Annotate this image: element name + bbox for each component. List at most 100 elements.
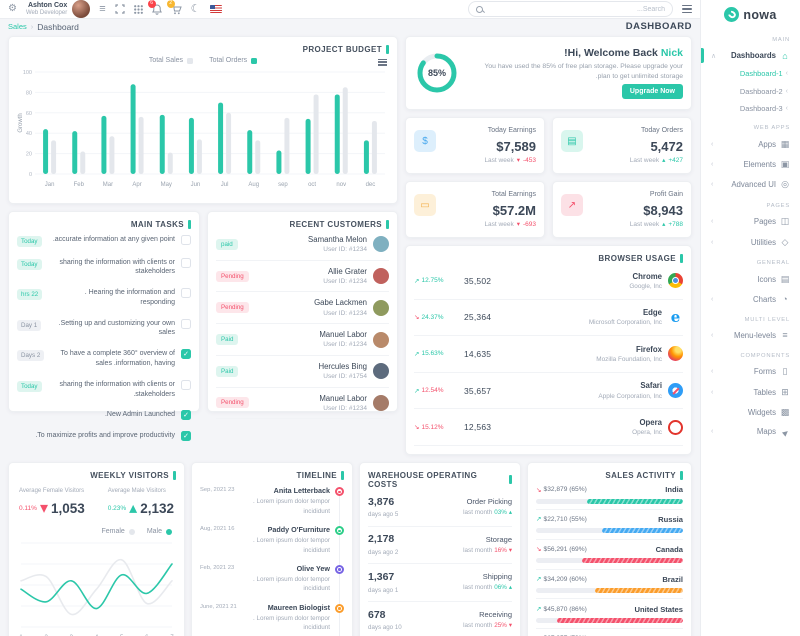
fullscreen-icon[interactable] — [115, 4, 125, 14]
sidebar-item-dashboards[interactable]: ∧ Dashboards — [701, 46, 800, 65]
firefox-icon — [668, 346, 683, 361]
timeline-date: Sep, 2021 23 — [200, 487, 235, 493]
user-avatar[interactable] — [72, 0, 90, 18]
sidebar-item-charts[interactable]: ‹Charts — [701, 289, 800, 308]
legend-total-sales[interactable]: Total Sales — [149, 57, 193, 64]
sidebar-item-icons[interactable]: Icons — [701, 269, 800, 289]
browser-row[interactable]: 24.37% 25,364 Edge Microsoft Corporation… — [414, 300, 683, 337]
trend-icon — [509, 583, 512, 593]
search-input[interactable] — [488, 6, 665, 13]
dark-mode-moon-icon[interactable]: ☾ — [191, 4, 201, 15]
apps-grid-icon[interactable] — [134, 5, 143, 14]
customer-name: Allie Grater — [255, 266, 367, 277]
warehouse-name: Shipping — [398, 571, 512, 583]
task-checkbox[interactable] — [181, 288, 191, 298]
cart-icon[interactable]: 2 — [171, 4, 182, 15]
customer-row[interactable]: Paid Manuel Labor User ID: #1234 — [216, 324, 389, 356]
sidebar-item-maps[interactable]: ‹Maps — [701, 422, 800, 441]
task-checkbox[interactable] — [181, 349, 191, 359]
task-checkbox[interactable] — [181, 258, 191, 268]
customer-row[interactable]: Pending Allie Grater User ID: #1234 — [216, 261, 389, 293]
browser-row[interactable]: 12.75% 35,502 Chrome Google, Inc — [414, 263, 683, 300]
warehouse-row[interactable]: 3,876 days ago 5 Order Picking last mont… — [368, 489, 512, 527]
task-row: .New Admin Launched — [17, 405, 191, 426]
legend-female[interactable]: Female — [101, 528, 134, 535]
trend-icon — [509, 508, 512, 518]
apps-icon — [780, 139, 790, 150]
task-checkbox[interactable] — [181, 235, 191, 245]
sidebar-item-dashboard-1[interactable]: Dashboard-1‹ — [701, 65, 800, 82]
svg-text:Jul: Jul — [221, 182, 229, 188]
project-budget-card: PROJECT BUDGET Total Sales Total Orders — [8, 36, 398, 204]
sidebar-item-apps[interactable]: ‹Apps — [701, 134, 800, 154]
sidebar-item-pages[interactable]: ‹Pages — [701, 212, 800, 232]
customer-row[interactable]: paid Samantha Melon User ID: #1234 — [216, 229, 389, 261]
topbar-hamburger-icon[interactable] — [682, 5, 692, 13]
browser-row[interactable]: 15.12% 12,563 Opera Opera, Inc — [414, 409, 683, 446]
sidebar-item-dashboard-3[interactable]: Dashboard-3‹ — [701, 100, 800, 117]
task-checkbox[interactable] — [181, 431, 191, 441]
timeline-text: . Lorem ipsum dolor tempor incididunt — [240, 536, 331, 555]
total-earnings-card: Total Earnings $57.2M Last week-693 — [405, 181, 545, 238]
task-text: .accurate information at any given point — [48, 235, 175, 245]
svg-text:Jun: Jun — [191, 182, 201, 188]
chevron-left-icon: ‹ — [711, 218, 713, 225]
timeline-item[interactable]: Sep, 2021 23 Anita Letterback . Lorem ip… — [200, 482, 344, 521]
sidebar-item-utilities[interactable]: ‹Utilities — [701, 232, 800, 252]
sales-progress-track — [536, 528, 683, 533]
browser-row[interactable]: 15.63% 14,635 Firefox Mozilla Foundation… — [414, 336, 683, 373]
sales-progress-track — [536, 499, 683, 504]
customer-avatar — [373, 363, 389, 379]
customer-name: Gabe Lackmen — [255, 297, 367, 308]
task-checkbox[interactable] — [181, 380, 191, 390]
upgrade-now-button[interactable]: Upgrade Now — [622, 84, 683, 99]
notifications-bell-icon[interactable]: 6 — [152, 4, 162, 15]
task-text: sharing the information with clients or … — [48, 258, 175, 278]
browser-value: 35,502 — [464, 276, 491, 286]
sales-country: India — [587, 485, 683, 494]
chevron-left-icon: ‹ — [711, 428, 713, 435]
chart-menu-icon[interactable] — [378, 57, 387, 67]
task-checkbox[interactable] — [181, 319, 191, 329]
customer-row[interactable]: Paid Hercules Bing User ID: #1754 — [216, 356, 389, 388]
recent-customers-card: RECENT CUSTOMERS paid Samantha Melon Use… — [207, 211, 398, 412]
warehouse-row[interactable]: 1,367 days ago 1 Shipping last month 06% — [368, 564, 512, 602]
warehouse-row[interactable]: 678 days ago 10 Receiving last month 25% — [368, 602, 512, 636]
female-visitors-label: Average Female Visitors — [19, 487, 85, 497]
sidebar-item-advanced-ui[interactable]: ‹Advanced UI — [701, 175, 800, 195]
legend-total-orders[interactable]: Total Orders — [209, 57, 257, 64]
sidebar-item-tables[interactable]: ‹Tables — [701, 382, 800, 402]
timeline-item[interactable]: Aug, 2021 16 Paddy O'Furniture . Lorem i… — [200, 521, 344, 560]
trend-arrow-icon — [536, 545, 542, 553]
sidebar-item-elements[interactable]: ‹Elements — [701, 155, 800, 175]
sidebar-item-widgets[interactable]: Widgets — [701, 402, 800, 422]
task-badge: Today — [17, 259, 42, 270]
timeline-item[interactable]: June, 2021 21 Maureen Biologist . Lorem … — [200, 598, 344, 636]
customer-id: User ID: #1234 — [255, 404, 367, 413]
stats-grid: Today Earnings $7,589 Last week-453 Toda… — [405, 117, 692, 238]
brand-logo[interactable]: nowa — [701, 0, 800, 29]
nav-section-general: GENERAL — [701, 252, 800, 269]
customer-id: User ID: #1234 — [244, 245, 367, 254]
customer-row[interactable]: Pending Gabe Lackmen User ID: #1234 — [216, 292, 389, 324]
chevron-left-icon: ‹ — [711, 239, 713, 246]
task-checkbox[interactable] — [181, 410, 191, 420]
user-menu[interactable]: Ashton Cox Web Developer — [26, 0, 90, 18]
settings-gear-icon[interactable]: ⚙ — [8, 4, 17, 14]
browser-name: Safari — [497, 380, 662, 391]
warehouse-row[interactable]: 2,178 days ago 2 Storage last month 16% — [368, 527, 512, 565]
browser-row[interactable]: 12.54% 35,657 Safari Apple Corporation, … — [414, 373, 683, 410]
customer-row[interactable]: Pending Manuel Labor User ID: #1234 — [216, 388, 389, 420]
breadcrumb-sales-link[interactable]: Sales — [8, 22, 27, 31]
svg-text:Mar: Mar — [103, 182, 113, 188]
align-menu-icon[interactable]: ≡ — [99, 4, 105, 15]
legend-male[interactable]: Male — [147, 528, 172, 535]
sidebar-item-menu-levels[interactable]: ‹Menu-levels — [701, 326, 800, 345]
sidebar-item-dashboard-2[interactable]: Dashboard-2‹ — [701, 83, 800, 100]
welcome-user-name: Nick — [661, 47, 683, 59]
us-flag-icon[interactable] — [210, 5, 222, 13]
task-badge: Today — [17, 236, 42, 247]
sidebar-item-forms[interactable]: ‹Forms — [701, 362, 800, 382]
timeline-item[interactable]: Feb, 2021 23 Olive Yew . Lorem ipsum dol… — [200, 560, 344, 599]
topbar: ⚙ Ashton Cox Web Developer ≡ 6 2 — [0, 0, 700, 19]
